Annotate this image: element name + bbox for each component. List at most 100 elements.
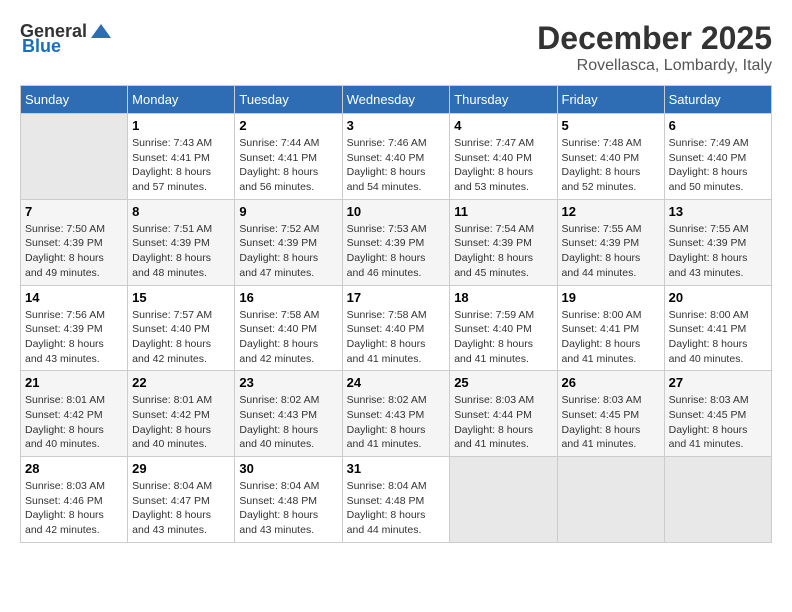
calendar-cell: 17 Sunrise: 7:58 AMSunset: 4:40 PMDayligh… <box>342 285 450 371</box>
calendar-cell: 18 Sunrise: 7:59 AMSunset: 4:40 PMDayligh… <box>450 285 557 371</box>
day-info: Sunrise: 7:47 AMSunset: 4:40 PMDaylight:… <box>454 136 552 195</box>
day-info: Sunrise: 8:00 AMSunset: 4:41 PMDaylight:… <box>669 308 767 367</box>
weekday-header: Monday <box>128 86 235 114</box>
calendar-table: SundayMondayTuesdayWednesdayThursdayFrid… <box>20 85 772 543</box>
day-number: 20 <box>669 290 767 305</box>
day-info: Sunrise: 7:57 AMSunset: 4:40 PMDaylight:… <box>132 308 230 367</box>
calendar-cell <box>21 114 128 200</box>
day-number: 21 <box>25 375 123 390</box>
day-number: 18 <box>454 290 552 305</box>
day-info: Sunrise: 8:04 AMSunset: 4:48 PMDaylight:… <box>347 479 446 538</box>
day-number: 19 <box>562 290 660 305</box>
calendar-cell <box>557 457 664 543</box>
location-title: Rovellasca, Lombardy, Italy <box>537 57 772 75</box>
calendar-cell: 15 Sunrise: 7:57 AMSunset: 4:40 PMDayligh… <box>128 285 235 371</box>
day-number: 13 <box>669 204 767 219</box>
calendar-week-row: 14Sunrise: 7:56 AMSunset: 4:39 PMDayligh… <box>21 285 772 371</box>
calendar-cell: 30 Sunrise: 8:04 AMSunset: 4:48 PMDayligh… <box>235 457 342 543</box>
day-number: 17 <box>347 290 446 305</box>
day-info: Sunrise: 7:53 AMSunset: 4:39 PMDaylight:… <box>347 222 446 281</box>
calendar-cell: 3 Sunrise: 7:46 AMSunset: 4:40 PMDaylight… <box>342 114 450 200</box>
day-info: Sunrise: 7:58 AMSunset: 4:40 PMDaylight:… <box>347 308 446 367</box>
day-number: 28 <box>25 461 123 476</box>
calendar-cell: 8 Sunrise: 7:51 AMSunset: 4:39 PMDaylight… <box>128 199 235 285</box>
page-header: General Blue December 2025 Rovellasca, L… <box>20 20 772 75</box>
calendar-cell <box>450 457 557 543</box>
calendar-week-row: 21 Sunrise: 8:01 AMSunset: 4:42 PMDayligh… <box>21 371 772 457</box>
title-block: December 2025 Rovellasca, Lombardy, Ital… <box>537 20 772 75</box>
day-number: 4 <box>454 118 552 133</box>
day-info: Sunrise: 8:00 AMSunset: 4:41 PMDaylight:… <box>562 308 660 367</box>
calendar-cell: 4 Sunrise: 7:47 AMSunset: 4:40 PMDaylight… <box>450 114 557 200</box>
day-number: 6 <box>669 118 767 133</box>
day-number: 2 <box>239 118 337 133</box>
calendar-cell: 22 Sunrise: 8:01 AMSunset: 4:42 PMDayligh… <box>128 371 235 457</box>
day-number: 9 <box>239 204 337 219</box>
calendar-cell: 23 Sunrise: 8:02 AMSunset: 4:43 PMDayligh… <box>235 371 342 457</box>
calendar-cell: 11Sunrise: 7:54 AMSunset: 4:39 PMDayligh… <box>450 199 557 285</box>
calendar-cell: 27Sunrise: 8:03 AMSunset: 4:45 PMDayligh… <box>664 371 771 457</box>
day-info: Sunrise: 7:44 AMSunset: 4:41 PMDaylight:… <box>239 136 337 195</box>
day-number: 15 <box>132 290 230 305</box>
day-info: Sunrise: 8:04 AMSunset: 4:48 PMDaylight:… <box>239 479 337 538</box>
day-info: Sunrise: 7:49 AMSunset: 4:40 PMDaylight:… <box>669 136 767 195</box>
logo-arrow-icon <box>89 20 111 42</box>
calendar-cell: 29 Sunrise: 8:04 AMSunset: 4:47 PMDayligh… <box>128 457 235 543</box>
day-info: Sunrise: 8:02 AMSunset: 4:43 PMDaylight:… <box>239 393 337 452</box>
day-number: 27 <box>669 375 767 390</box>
calendar-cell: 2 Sunrise: 7:44 AMSunset: 4:41 PMDaylight… <box>235 114 342 200</box>
day-info: Sunrise: 7:55 AMSunset: 4:39 PMDaylight:… <box>562 222 660 281</box>
day-info: Sunrise: 8:01 AMSunset: 4:42 PMDaylight:… <box>132 393 230 452</box>
day-number: 12 <box>562 204 660 219</box>
weekday-header: Tuesday <box>235 86 342 114</box>
day-number: 29 <box>132 461 230 476</box>
day-number: 11 <box>454 204 552 219</box>
calendar-cell: 6 Sunrise: 7:49 AMSunset: 4:40 PMDaylight… <box>664 114 771 200</box>
day-number: 25 <box>454 375 552 390</box>
day-number: 1 <box>132 118 230 133</box>
day-number: 30 <box>239 461 337 476</box>
day-info: Sunrise: 7:46 AMSunset: 4:40 PMDaylight:… <box>347 136 446 195</box>
day-number: 5 <box>562 118 660 133</box>
calendar-cell: 20 Sunrise: 8:00 AMSunset: 4:41 PMDayligh… <box>664 285 771 371</box>
calendar-cell: 31Sunrise: 8:04 AMSunset: 4:48 PMDayligh… <box>342 457 450 543</box>
day-info: Sunrise: 8:03 AMSunset: 4:46 PMDaylight:… <box>25 479 123 538</box>
calendar-cell: 28 Sunrise: 8:03 AMSunset: 4:46 PMDayligh… <box>21 457 128 543</box>
day-number: 8 <box>132 204 230 219</box>
month-title: December 2025 <box>537 20 772 57</box>
day-info: Sunrise: 8:03 AMSunset: 4:45 PMDaylight:… <box>562 393 660 452</box>
day-info: Sunrise: 7:50 AMSunset: 4:39 PMDaylight:… <box>25 222 123 281</box>
calendar-cell: 14Sunrise: 7:56 AMSunset: 4:39 PMDayligh… <box>21 285 128 371</box>
logo: General Blue <box>20 20 111 57</box>
day-number: 3 <box>347 118 446 133</box>
calendar-header-row: SundayMondayTuesdayWednesdayThursdayFrid… <box>21 86 772 114</box>
calendar-cell: 10 Sunrise: 7:53 AMSunset: 4:39 PMDayligh… <box>342 199 450 285</box>
day-info: Sunrise: 7:51 AMSunset: 4:39 PMDaylight:… <box>132 222 230 281</box>
calendar-cell: 16Sunrise: 7:58 AMSunset: 4:40 PMDayligh… <box>235 285 342 371</box>
day-number: 10 <box>347 204 446 219</box>
day-info: Sunrise: 8:04 AMSunset: 4:47 PMDaylight:… <box>132 479 230 538</box>
calendar-cell: 5 Sunrise: 7:48 AMSunset: 4:40 PMDaylight… <box>557 114 664 200</box>
day-number: 24 <box>347 375 446 390</box>
day-number: 23 <box>239 375 337 390</box>
calendar-cell: 19 Sunrise: 8:00 AMSunset: 4:41 PMDayligh… <box>557 285 664 371</box>
calendar-cell: 26Sunrise: 8:03 AMSunset: 4:45 PMDayligh… <box>557 371 664 457</box>
logo-text-blue: Blue <box>22 36 61 57</box>
calendar-cell: 13Sunrise: 7:55 AMSunset: 4:39 PMDayligh… <box>664 199 771 285</box>
weekday-header: Wednesday <box>342 86 450 114</box>
calendar-week-row: 1Sunrise: 7:43 AMSunset: 4:41 PMDaylight… <box>21 114 772 200</box>
calendar-cell: 9Sunrise: 7:52 AMSunset: 4:39 PMDaylight… <box>235 199 342 285</box>
day-info: Sunrise: 7:48 AMSunset: 4:40 PMDaylight:… <box>562 136 660 195</box>
day-info: Sunrise: 7:59 AMSunset: 4:40 PMDaylight:… <box>454 308 552 367</box>
day-number: 7 <box>25 204 123 219</box>
day-number: 22 <box>132 375 230 390</box>
day-number: 16 <box>239 290 337 305</box>
day-info: Sunrise: 8:03 AMSunset: 4:44 PMDaylight:… <box>454 393 552 452</box>
calendar-week-row: 7 Sunrise: 7:50 AMSunset: 4:39 PMDaylight… <box>21 199 772 285</box>
weekday-header: Sunday <box>21 86 128 114</box>
day-info: Sunrise: 8:01 AMSunset: 4:42 PMDaylight:… <box>25 393 123 452</box>
calendar-cell <box>664 457 771 543</box>
calendar-cell: 21 Sunrise: 8:01 AMSunset: 4:42 PMDayligh… <box>21 371 128 457</box>
calendar-cell: 24Sunrise: 8:02 AMSunset: 4:43 PMDayligh… <box>342 371 450 457</box>
calendar-week-row: 28 Sunrise: 8:03 AMSunset: 4:46 PMDayligh… <box>21 457 772 543</box>
